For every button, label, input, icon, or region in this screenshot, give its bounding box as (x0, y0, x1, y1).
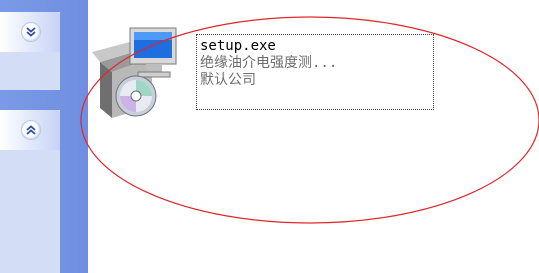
file-company: 默认公司 (200, 72, 256, 88)
task-group-1-header[interactable] (0, 12, 60, 52)
file-details-box[interactable]: setup.exe 绝缘油介电强度测... 默认公司 (196, 34, 434, 110)
expand-chevron-icon[interactable] (21, 22, 41, 42)
task-pane (0, 0, 88, 273)
task-group-2-header[interactable] (0, 110, 60, 150)
file-description: 绝缘油介电强度测... (200, 55, 338, 71)
installer-icon[interactable] (92, 22, 192, 122)
task-group-1 (0, 12, 60, 90)
task-group-2 (0, 110, 60, 273)
collapse-chevron-icon[interactable] (21, 120, 41, 140)
file-name: setup.exe (200, 38, 276, 54)
